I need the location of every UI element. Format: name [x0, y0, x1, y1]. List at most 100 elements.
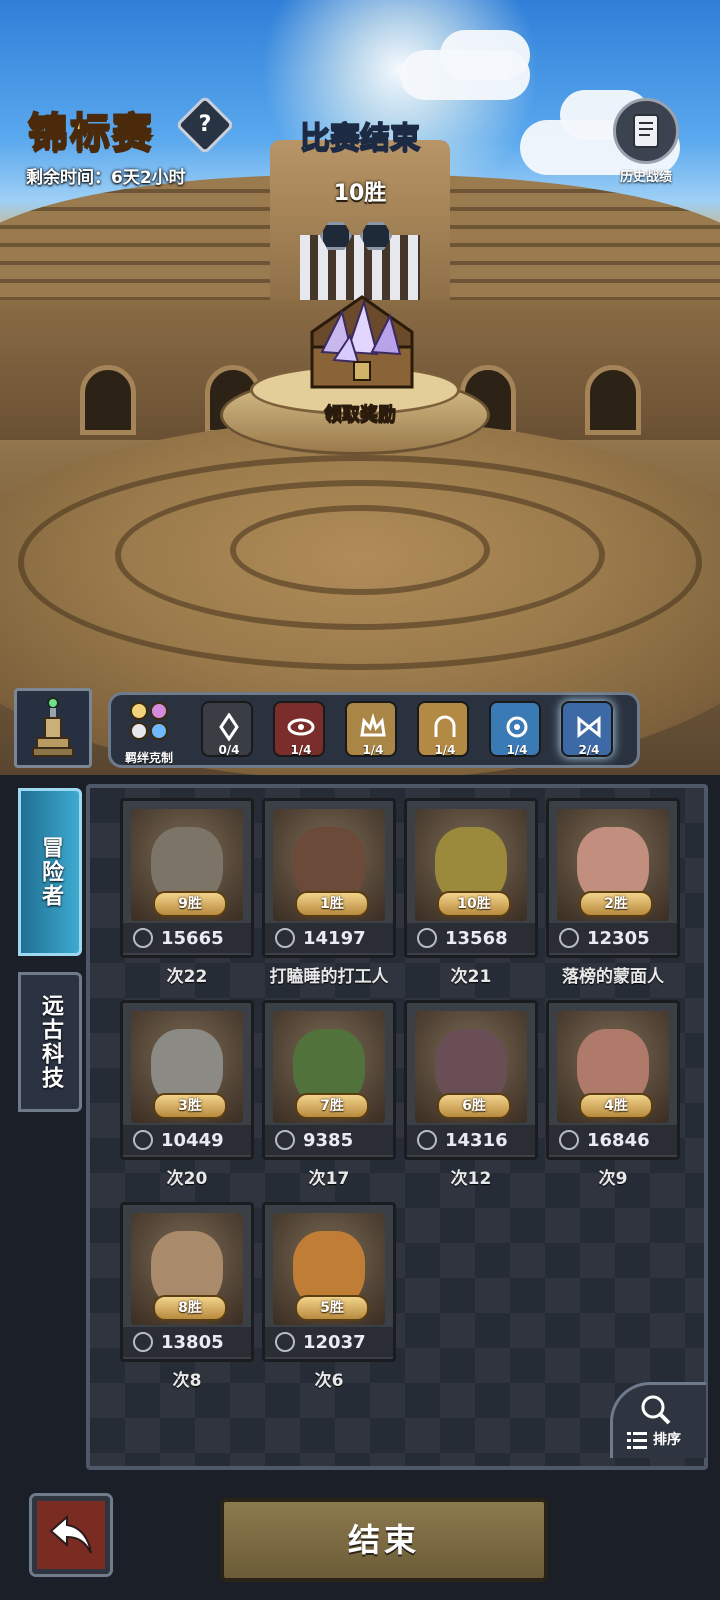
power-value: 10449: [161, 1129, 224, 1151]
loss-slot-icon: [320, 222, 352, 250]
target-icon: [559, 1130, 579, 1150]
return-arrow-icon: [49, 1514, 92, 1554]
power-row: 12037: [265, 1327, 393, 1357]
synergy-count: 1/4: [506, 743, 528, 757]
match-status: 比赛结束: [299, 120, 421, 157]
wrench-icon: [133, 1130, 153, 1150]
power-value: 14316: [445, 1129, 508, 1151]
synergy-tile-blue[interactable]: 1/4: [489, 701, 541, 757]
adventurer-card[interactable]: 5胜 12037 次6: [262, 1202, 396, 1392]
adventurer-card[interactable]: 4胜 16846 次9: [546, 1000, 680, 1190]
power-row: 16846: [549, 1125, 677, 1155]
arch-icon: [434, 715, 456, 737]
adventurer-card[interactable]: 10胜 13568 次21: [404, 798, 538, 988]
sort-button[interactable]: 排序: [610, 1382, 706, 1458]
card-name: 次22: [166, 967, 208, 987]
orbit-icon: [506, 716, 528, 738]
card-name: 次12: [450, 1169, 492, 1189]
card-name: 次8: [172, 1371, 202, 1391]
wins-badge: 7胜: [295, 1093, 369, 1119]
card-frame: 6胜 14316: [404, 1000, 538, 1160]
power-value: 16846: [587, 1129, 650, 1151]
card-name: 次21: [450, 967, 492, 987]
tower-icon: [32, 697, 74, 757]
paw-icon: [130, 702, 168, 740]
adventurer-card[interactable]: 2胜 12305 落榜的蒙面人: [546, 798, 680, 988]
wins-badge: 4胜: [579, 1093, 653, 1119]
card-frame: 9胜 15665: [120, 798, 254, 958]
card-name: 落榜的蒙面人: [562, 967, 664, 987]
target-icon: [133, 1332, 153, 1352]
target-icon: [417, 1130, 437, 1150]
tab-adventurers[interactable]: 冒险者: [18, 788, 82, 956]
power-value: 9385: [303, 1129, 354, 1151]
reward-chest-icon[interactable]: [292, 292, 432, 397]
synergy-tile-gray[interactable]: 0/4: [201, 701, 253, 757]
cloud: [440, 30, 530, 80]
eye-icon: [287, 718, 315, 736]
wins-badge: 6胜: [437, 1093, 511, 1119]
power-value: 15665: [161, 927, 224, 949]
power-value: 13568: [445, 927, 508, 949]
adventurer-card[interactable]: 9胜 15665 次22: [120, 798, 254, 988]
power-row: 15665: [123, 923, 251, 953]
card-frame: 3胜 10449: [120, 1000, 254, 1160]
bowtie-icon: [577, 715, 601, 739]
adventurer-card[interactable]: 6胜 14316 次12: [404, 1000, 538, 1190]
loss-slots: [320, 222, 392, 250]
target-icon: [275, 928, 295, 948]
time-remaining: 剩余时间：6天2小时: [26, 168, 186, 188]
power-row: 13568: [407, 923, 535, 953]
end-button[interactable]: 结束: [220, 1498, 548, 1582]
card-name: 次9: [598, 1169, 628, 1189]
wins-badge: 2胜: [579, 891, 653, 917]
tab-ancient-tech[interactable]: 远古科技: [18, 972, 82, 1112]
total-wins: 10胜: [333, 181, 387, 206]
claw-icon: [133, 928, 153, 948]
adventurer-card[interactable]: 1胜 14197 打瞌睡的打工人: [262, 798, 396, 988]
card-frame: 10胜 13568: [404, 798, 538, 958]
sort-label: 排序: [653, 1432, 681, 1448]
synergy-count: 1/4: [290, 743, 312, 757]
synergy-bar: 羁绊克制 0/4 1/4 1/4 1/4 1/4 2/4: [108, 692, 640, 768]
card-name: 次6: [314, 1371, 344, 1391]
synergy-counter-button[interactable]: 羁绊克制: [119, 699, 179, 765]
adventurer-card[interactable]: 8胜 13805 次8: [120, 1202, 254, 1392]
synergy-count: 0/4: [218, 743, 240, 757]
synergy-tile-amber[interactable]: 1/4: [417, 701, 469, 757]
synergy-tile-gold[interactable]: 1/4: [345, 701, 397, 757]
power-value: 12305: [587, 927, 650, 949]
power-row: 14316: [407, 1125, 535, 1155]
card-frame: 5胜 12037: [262, 1202, 396, 1362]
adventurer-card[interactable]: 3胜 10449 次20: [120, 1000, 254, 1190]
synergy-tile-navy[interactable]: 2/4: [561, 701, 613, 757]
floor-ring: [230, 505, 490, 595]
claim-reward-label[interactable]: 领取奖励: [290, 400, 430, 426]
list-icon: [627, 1432, 647, 1449]
target-icon: [275, 1332, 295, 1352]
history-label: 历史战绩: [619, 170, 672, 185]
synergy-tile-red[interactable]: 1/4: [273, 701, 325, 757]
power-row: 14197: [265, 923, 393, 953]
loss-slot-icon: [360, 222, 392, 250]
wrench-icon: [275, 1130, 295, 1150]
diamond-icon: [219, 713, 239, 741]
card-frame: 7胜 9385: [262, 1000, 396, 1160]
adventurer-grid: 9胜 15665 次22 1胜 14197 打瞌睡的打工人 10胜 13568 …: [86, 784, 708, 1470]
wins-badge: 9胜: [153, 891, 227, 917]
arch: [80, 365, 136, 435]
question-icon: ?: [198, 112, 212, 137]
tower-button[interactable]: [14, 688, 92, 768]
card-frame: 1胜 14197: [262, 798, 396, 958]
synergy-count: 1/4: [362, 743, 384, 757]
card-frame: 4胜 16846: [546, 1000, 680, 1160]
power-row: 12305: [549, 923, 677, 953]
back-button[interactable]: [29, 1493, 113, 1577]
leaf-icon: [417, 928, 437, 948]
arch: [585, 365, 641, 435]
adventurer-card[interactable]: 7胜 9385 次17: [262, 1000, 396, 1190]
tab-adventurers-label: 冒险者: [38, 836, 63, 908]
synergy-count: 2/4: [578, 743, 600, 757]
magnifier-icon: [641, 1395, 671, 1425]
history-button[interactable]: 历史战绩: [610, 98, 682, 186]
